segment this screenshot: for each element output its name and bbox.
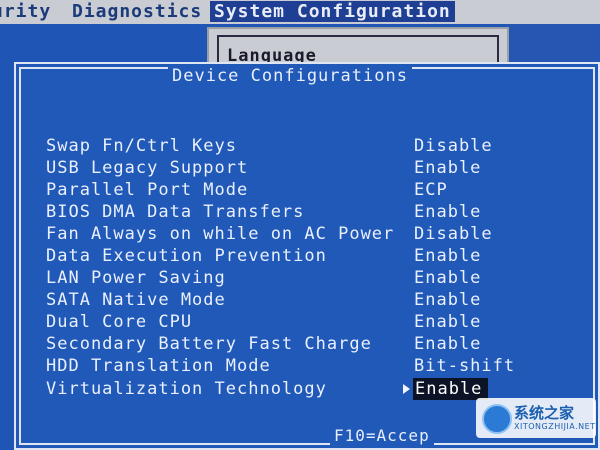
setting-row-swap-fn-ctrl-keys[interactable]: Swap Fn/Ctrl Keys Disable [46,135,516,157]
setting-row-parallel-port-mode[interactable]: Parallel Port Mode ECP [46,179,516,201]
setting-label: BIOS DMA Data Transfers [46,202,305,222]
setting-value[interactable]: Enable [414,201,481,223]
setting-label: Data Execution Prevention [46,246,327,266]
setting-row-sata-native-mode[interactable]: SATA Native Mode Enable [46,289,516,311]
footer-key-hint: F10=Accep [330,426,434,446]
setting-row-secondary-battery-fast-charge[interactable]: Secondary Battery Fast Charge Enable [46,333,516,355]
setting-label: Virtualization Technology [46,379,327,399]
setting-label: HDD Translation Mode [46,356,271,376]
setting-row-usb-legacy-support[interactable]: USB Legacy Support Enable [46,157,516,179]
setting-value[interactable]: Enable [414,157,481,179]
setting-value[interactable]: Enable [414,267,481,289]
setting-label: USB Legacy Support [46,158,249,178]
setting-value[interactable]: Enable [414,245,481,267]
setting-value[interactable]: ECP [414,179,448,201]
setting-label: LAN Power Saving [46,268,226,288]
watermark-subtext: XITONGZHIJIA.NET [514,422,596,431]
menu-bar: urity Diagnostics System Configuration [0,0,600,24]
watermark-globe-icon [482,404,512,434]
setting-row-lan-power-saving[interactable]: LAN Power Saving Enable [46,267,516,289]
setting-value[interactable]: Disable [414,223,493,245]
setting-row-hdd-translation-mode[interactable]: HDD Translation Mode Bit-shift [46,355,516,377]
setting-value[interactable]: Bit-shift [414,355,515,377]
menu-system-configuration[interactable]: System Configuration [210,1,455,22]
setting-value[interactable]: Enable [414,311,481,333]
menu-security[interactable]: urity [0,1,51,22]
setting-row-bios-dma-data-transfers[interactable]: BIOS DMA Data Transfers Enable [46,201,516,223]
setting-value[interactable]: Enable [414,289,481,311]
setting-label: Dual Core CPU [46,312,193,332]
setting-row-virtualization-technology[interactable]: Virtualization Technology Enable [46,378,516,400]
setting-value[interactable]: Enable [413,378,489,400]
watermark-logo: 系统之家 XITONGZHIJIA.NET [476,398,596,438]
setting-label: Fan Always on while on AC Power [46,224,395,244]
setting-label: Parallel Port Mode [46,180,249,200]
dialog-title: Device Configurations [168,66,412,86]
menu-diagnostics[interactable]: Diagnostics [72,1,202,22]
watermark-text: 系统之家 [514,404,575,422]
selection-arrow-icon [403,384,410,394]
setting-row-dual-core-cpu[interactable]: Dual Core CPU Enable [46,311,516,333]
setting-value[interactable]: Enable [414,333,481,355]
setting-label: Swap Fn/Ctrl Keys [46,136,237,156]
setting-row-fan-always-on[interactable]: Fan Always on while on AC Power Disable [46,223,516,245]
setting-label: SATA Native Mode [46,290,226,310]
setting-label: Secondary Battery Fast Charge [46,334,372,354]
setting-value[interactable]: Disable [414,135,493,157]
setting-row-data-execution-prevention[interactable]: Data Execution Prevention Enable [46,245,516,267]
